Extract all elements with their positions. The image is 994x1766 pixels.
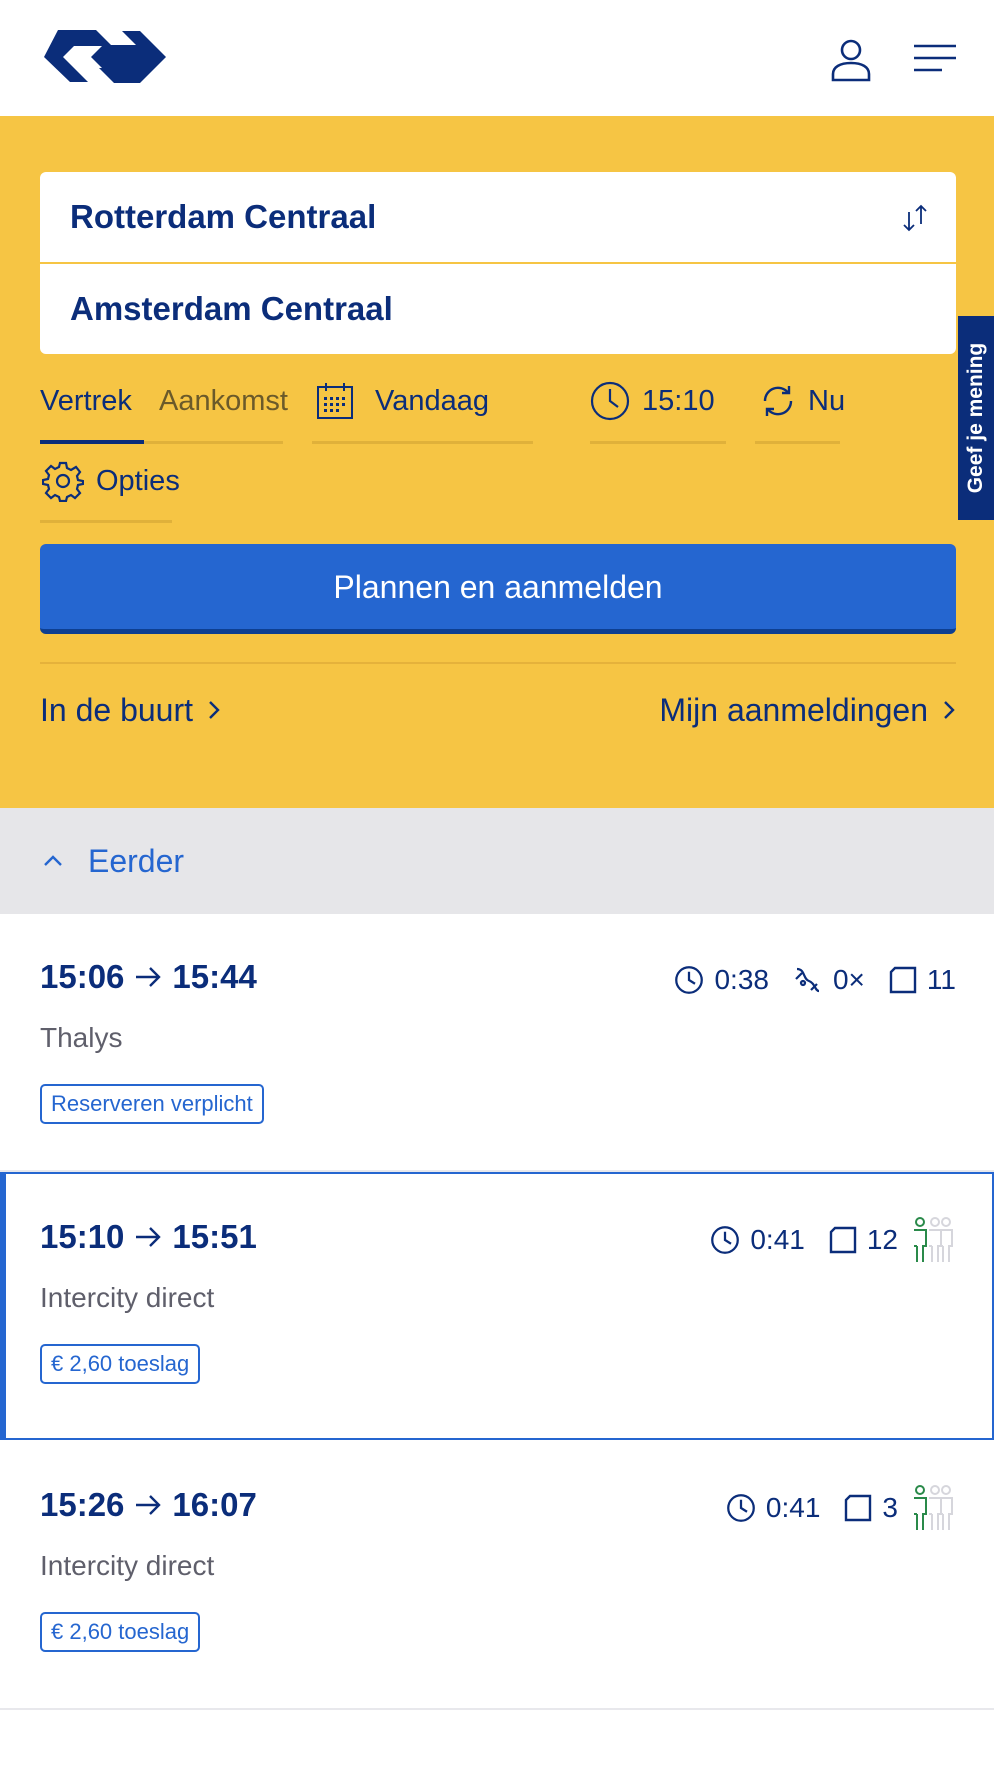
gear-icon	[42, 461, 84, 502]
platform-icon	[845, 1494, 872, 1522]
trip-times: 15:06 15:44	[40, 958, 257, 996]
now-button[interactable]: Nu	[760, 378, 845, 424]
feedback-label: Geef je mening	[964, 342, 987, 494]
time-underline	[590, 441, 726, 444]
trip-meta: 0:38 0× 11	[660, 958, 956, 1002]
trip-option[interactable]: 15:26 16:07 0:41 3 Intercity direct € 2,…	[0, 1442, 994, 1710]
trip-platform: 3	[882, 1492, 898, 1523]
date-underline	[312, 441, 533, 444]
my-checkins-link[interactable]: Mijn aanmeldingen	[659, 686, 956, 734]
arrow-right-icon	[136, 1495, 162, 1515]
train-type: Intercity direct	[40, 1282, 215, 1313]
earlier-label: Eerder	[88, 842, 185, 879]
trip-duration: 0:38	[714, 964, 769, 995]
arrow-right-icon	[136, 1227, 162, 1247]
calendar-icon	[317, 383, 353, 419]
nearby-label: In de buurt	[40, 692, 193, 728]
chevron-right-icon	[944, 701, 955, 719]
plan-and-checkin-button[interactable]: Plannen en aanmelden	[40, 544, 956, 634]
trip-platform: 12	[866, 1224, 898, 1255]
chevron-up-icon	[44, 855, 62, 866]
date-selector[interactable]: Vandaag	[315, 378, 489, 424]
surcharge-badge: € 2,60 toeslag	[40, 1344, 201, 1384]
user-icon[interactable]	[826, 36, 876, 86]
nearby-link[interactable]: In de buurt	[40, 686, 221, 734]
planner-divider	[40, 662, 956, 664]
departure-time: 15:26	[40, 1486, 125, 1523]
options-underline	[40, 520, 172, 523]
options-button[interactable]: Opties	[42, 458, 180, 504]
clock-icon	[711, 1226, 740, 1254]
arrival-time: 15:51	[172, 1218, 257, 1255]
feedback-tab[interactable]: Geef je mening	[958, 316, 994, 520]
departure-time: 15:06	[40, 958, 125, 995]
hamburger-menu-icon[interactable]	[912, 40, 958, 80]
clock-icon	[590, 381, 630, 421]
trip-meta: 0:41 12	[696, 1217, 956, 1262]
to-station-field[interactable]: Amsterdam Centraal	[40, 264, 956, 354]
trip-meta: 0:41 3	[712, 1485, 956, 1530]
journey-planner: Rotterdam Centraal Amsterdam Centraal Ve…	[0, 116, 994, 808]
to-station-value: Amsterdam Centraal	[70, 290, 393, 327]
now-label: Nu	[808, 385, 846, 417]
arrow-right-icon	[136, 967, 162, 987]
platform-icon	[829, 1226, 857, 1254]
train-type: Thalys	[40, 1022, 123, 1053]
trip-times: 15:26 16:07	[40, 1486, 257, 1524]
trip-separator	[0, 1708, 994, 1710]
trip-duration: 0:41	[765, 1492, 821, 1523]
crowding-low-icon	[914, 1217, 953, 1262]
trip-times: 15:10 15:51	[40, 1218, 257, 1256]
transfer-icon	[795, 967, 820, 993]
arrival-time: 16:07	[172, 1486, 257, 1523]
app-header	[0, 0, 994, 116]
tab-arrival[interactable]: Aankomst	[159, 378, 288, 424]
trip-option-selected[interactable]: 15:10 15:51 0:41 12 Intercity direct € 2…	[0, 1172, 994, 1440]
earlier-button[interactable]: Eerder	[0, 808, 994, 914]
trip-option[interactable]: 15:06 15:44 0:38 0× 11 Thalys Reserveren…	[0, 914, 994, 1182]
tab-departure[interactable]: Vertrek	[40, 378, 132, 424]
time-value: 15:10	[642, 385, 715, 417]
platform-icon	[889, 966, 917, 994]
from-station-field[interactable]: Rotterdam Centraal	[40, 172, 956, 262]
refresh-icon	[763, 386, 793, 416]
departure-time: 15:10	[40, 1218, 125, 1255]
chevron-right-icon	[209, 701, 220, 719]
trip-duration: 0:41	[750, 1224, 805, 1255]
from-station-value: Rotterdam Centraal	[70, 198, 377, 235]
reservation-badge: Reserveren verplicht	[40, 1084, 264, 1124]
crowding-low-icon	[914, 1485, 953, 1530]
trip-transfers: 0×	[832, 964, 865, 995]
ns-logo-icon[interactable]	[40, 30, 170, 84]
clock-icon	[675, 966, 704, 994]
my-checkins-label: Mijn aanmeldingen	[659, 692, 928, 728]
options-label: Opties	[96, 465, 180, 497]
arrival-time: 15:44	[172, 958, 257, 995]
trip-platform: 11	[926, 964, 956, 995]
now-underline	[755, 441, 840, 444]
train-type: Intercity direct	[40, 1550, 215, 1581]
surcharge-badge: € 2,60 toeslag	[40, 1612, 201, 1652]
clock-icon	[727, 1494, 755, 1522]
date-value: Vandaag	[375, 385, 489, 417]
swap-icon[interactable]	[900, 202, 930, 234]
tab-active-indicator	[40, 440, 144, 444]
time-selector[interactable]: 15:10	[590, 378, 715, 424]
